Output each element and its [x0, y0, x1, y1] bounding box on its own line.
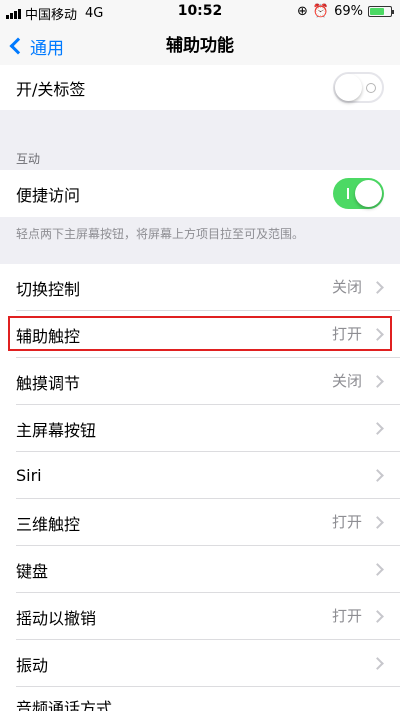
row-label: 三维触控	[16, 514, 81, 534]
chevron-right-icon	[371, 469, 384, 482]
list-item-switch-control[interactable]: 切换控制 关闭	[0, 264, 400, 311]
rotation-lock-icon: ⊕	[297, 4, 308, 19]
row-label: 音频通话方式	[16, 699, 113, 711]
toggle-on-indicator-icon	[347, 188, 349, 199]
row-value: 打开	[331, 607, 362, 625]
list-item-vibration[interactable]: 振动	[0, 640, 400, 687]
chevron-right-icon	[371, 281, 384, 294]
list-item-call-audio-routing[interactable]: 音频通话方式	[0, 687, 400, 711]
list-item-3d-touch[interactable]: 三维触控 打开	[0, 499, 400, 546]
row-label: 振动	[16, 655, 49, 675]
status-right: ⊕ ⏰ 69%	[297, 4, 394, 19]
row-label: 摇动以撤销	[16, 608, 97, 628]
row-value: 打开	[331, 513, 362, 531]
chevron-right-icon	[371, 422, 384, 435]
list-item-shake-to-undo[interactable]: 摇动以撤销 打开	[0, 593, 400, 640]
row-value: 关闭	[331, 372, 362, 390]
battery-icon	[368, 6, 394, 17]
alarm-icon: ⏰	[312, 4, 330, 19]
chevron-right-icon	[371, 516, 384, 529]
toggle-knob	[355, 180, 382, 207]
status-bar: 中国移动 4G 10:52 ⊕ ⏰ 69%	[0, 0, 400, 24]
row-label: 切换控制	[16, 279, 81, 299]
row-label: 开/关标签	[16, 79, 86, 99]
battery-fill	[370, 8, 384, 15]
highlight-box	[8, 316, 392, 351]
row-value: 关闭	[331, 278, 362, 296]
row-label: 便捷访问	[16, 185, 81, 205]
navigation-bar: 通用 辅助功能	[0, 24, 400, 68]
toggle-knob	[335, 74, 362, 101]
row-label: 键盘	[16, 561, 49, 581]
chevron-right-icon	[371, 563, 384, 576]
list-item-siri[interactable]: Siri	[0, 452, 400, 499]
list-item-reachability: 便捷访问	[0, 170, 400, 217]
list-item-touch-accommodations[interactable]: 触摸调节 关闭	[0, 358, 400, 405]
reachability-footer: 轻点两下主屏幕按钮，将屏幕上方项目拉至可及范围。	[16, 227, 305, 241]
chevron-right-icon	[371, 375, 384, 388]
chevron-right-icon	[371, 657, 384, 670]
row-label: Siri	[16, 466, 42, 485]
page-title: 辅助功能	[166, 36, 234, 56]
button-shapes-toggle[interactable]	[333, 72, 384, 103]
row-label: 触摸调节	[16, 373, 81, 393]
chevron-right-icon	[371, 610, 384, 623]
section-header-interaction: 互动	[16, 152, 41, 166]
list-item-button-shapes: 开/关标签	[0, 65, 400, 110]
list-item-home-button[interactable]: 主屏幕按钮	[0, 405, 400, 452]
reachability-toggle[interactable]	[333, 178, 384, 209]
toggle-off-indicator-icon	[366, 83, 376, 93]
battery-percent: 69%	[334, 4, 363, 19]
list-item-keyboard[interactable]: 键盘	[0, 546, 400, 593]
row-label: 主屏幕按钮	[16, 420, 97, 440]
